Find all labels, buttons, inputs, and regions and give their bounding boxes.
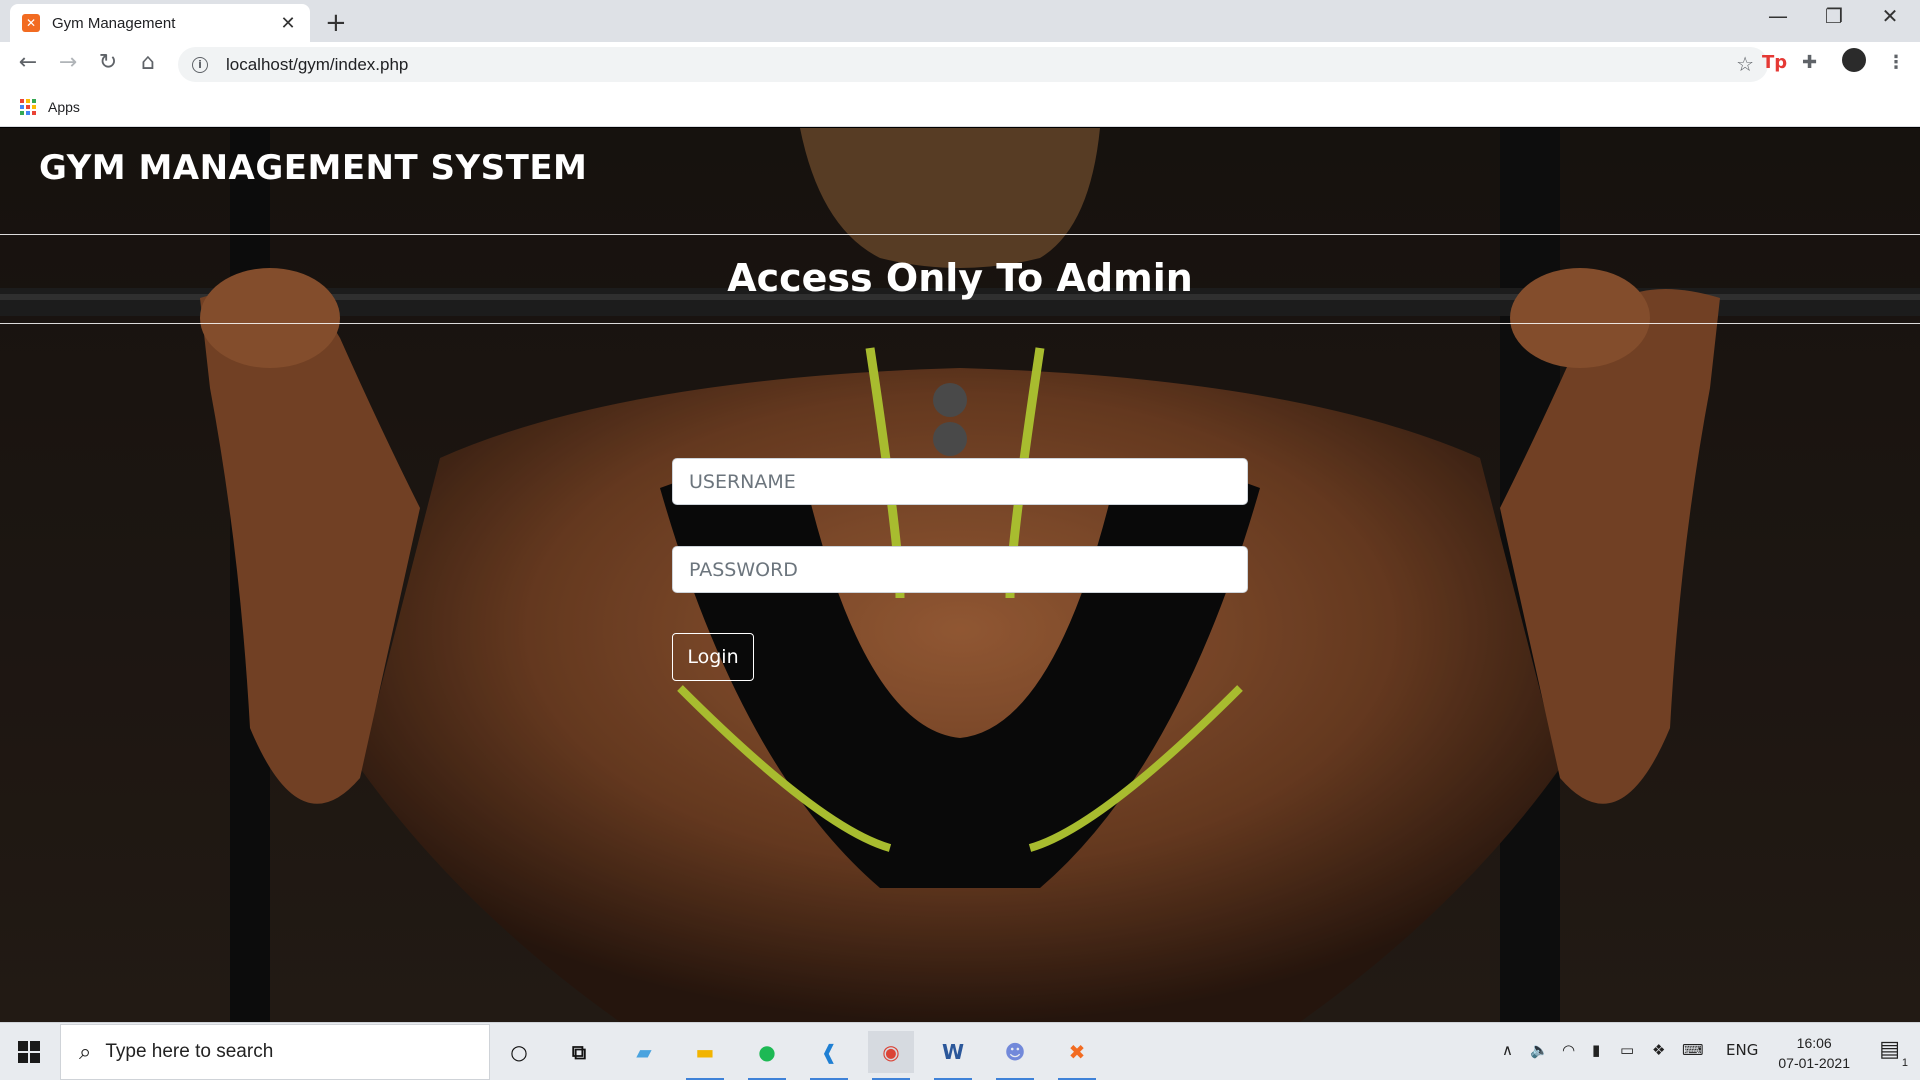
profile-avatar[interactable] (1842, 48, 1866, 72)
close-window-button[interactable]: ✕ (1862, 4, 1918, 28)
microphone-icon[interactable]: ▮ (1592, 1041, 1600, 1059)
minimize-button[interactable]: — (1750, 4, 1806, 28)
home-button[interactable]: ⌂ (133, 50, 163, 75)
bookmark-star-icon[interactable]: ☆ (1736, 52, 1754, 76)
vscode-icon[interactable]: ❰ (806, 1031, 852, 1080)
header-divider (0, 234, 1920, 235)
desktop-app-icon[interactable]: ▰ (621, 1031, 667, 1073)
chrome-icon[interactable]: ◉ (868, 1031, 914, 1080)
extensions-icon[interactable]: ✚ (1802, 52, 1817, 73)
forward-button[interactable]: → (53, 50, 83, 75)
file-explorer-icon[interactable]: ▬ (682, 1031, 728, 1080)
address-bar[interactable]: i localhost/gym/index.php ☆ (178, 47, 1768, 82)
keyboard-icon[interactable]: ⌨ (1682, 1041, 1704, 1059)
wifi-icon[interactable]: ◠ (1562, 1041, 1575, 1059)
back-button[interactable]: ← (13, 50, 43, 75)
apps-bookmark[interactable]: Apps (48, 99, 80, 115)
xampp-icon[interactable]: ✖ (1054, 1031, 1100, 1080)
restore-button[interactable]: ❐ (1806, 4, 1862, 28)
xampp-icon: ✕ (22, 14, 40, 32)
bookmarks-bar: Apps (0, 87, 1920, 127)
tp-extension-icon[interactable]: Tp (1762, 52, 1787, 73)
discord-icon[interactable]: ☻ (992, 1031, 1038, 1080)
task-view-icon[interactable]: ⧉ (556, 1031, 602, 1073)
notification-count: 1 (1901, 1057, 1908, 1069)
apps-grid-icon[interactable] (20, 98, 36, 115)
tray-overflow-icon[interactable]: ∧ (1502, 1041, 1513, 1059)
search-icon: ⌕ (79, 1039, 92, 1065)
clock-date: 07-01-2021 (1778, 1055, 1850, 1071)
cortana-icon[interactable]: ○ (496, 1031, 542, 1073)
language-indicator[interactable]: ENG (1726, 1041, 1758, 1059)
info-icon[interactable]: i (192, 56, 208, 73)
windows-taskbar: ⌕ Type here to search ○ ⧉ ▰ ▬ ● ❰ ◉ W ☻ … (0, 1022, 1920, 1080)
browser-tab[interactable]: ✕ Gym Management ✕ (10, 4, 310, 42)
spotify-icon[interactable]: ● (744, 1031, 790, 1080)
site-title: GYM MANAGEMENT SYSTEM (39, 148, 588, 188)
password-input[interactable] (672, 546, 1248, 593)
taskbar-search-box[interactable]: ⌕ Type here to search (60, 1024, 490, 1080)
close-tab-icon[interactable]: ✕ (278, 13, 298, 34)
url-text[interactable]: localhost/gym/index.php (226, 55, 408, 75)
dropbox-icon[interactable]: ❖ (1652, 1041, 1665, 1059)
browser-tab-bar: ✕ Gym Management ✕ + — ❐ ✕ (0, 0, 1920, 42)
login-button[interactable]: Login (672, 633, 754, 681)
menu-icon[interactable]: ⋮ (1887, 52, 1905, 73)
battery-icon[interactable]: ▭ (1620, 1041, 1634, 1059)
tab-title: Gym Management (52, 14, 176, 32)
login-page: GYM MANAGEMENT SYSTEM Access Only To Adm… (0, 128, 1920, 1022)
volume-icon[interactable]: 🔈 (1530, 1041, 1549, 1059)
reload-button[interactable]: ↻ (93, 50, 123, 75)
clock-time: 16:06 (1796, 1035, 1832, 1051)
new-tab-button[interactable]: + (325, 8, 347, 38)
windows-start-icon[interactable] (18, 1041, 40, 1063)
subtitle-divider (0, 323, 1920, 324)
word-icon[interactable]: W (930, 1031, 976, 1080)
search-placeholder: Type here to search (105, 1041, 274, 1062)
username-input[interactable] (672, 458, 1248, 505)
page-subtitle: Access Only To Admin (727, 256, 1193, 300)
browser-toolbar: ← → ↻ ⌂ i localhost/gym/index.php ☆ Tp ✚… (0, 42, 1920, 87)
notifications-icon[interactable]: ▤ (1879, 1037, 1900, 1062)
taskbar-clock[interactable]: 16:06 07-01-2021 (1778, 1033, 1850, 1073)
